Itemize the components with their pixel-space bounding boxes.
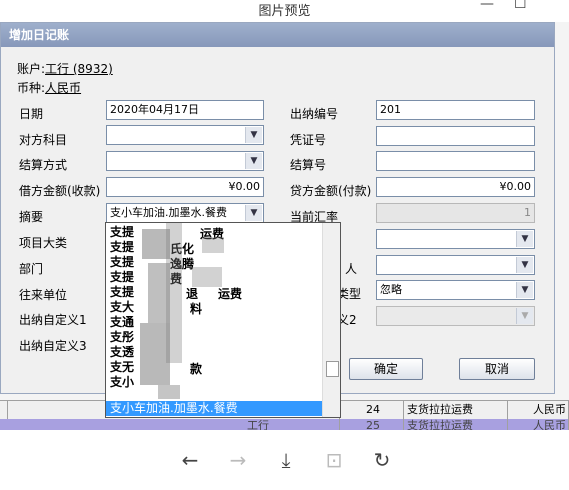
partner-label: 往来单位 — [19, 288, 68, 302]
cancel-button[interactable]: 取消 — [459, 358, 535, 380]
arrow-right-icon[interactable]: → — [226, 448, 250, 472]
person-select[interactable]: ▼ — [376, 255, 535, 275]
cashier-no-field[interactable]: 201 — [376, 100, 535, 120]
list-item-fragment: 料 — [190, 302, 203, 316]
chevron-down-icon[interactable]: ▼ — [245, 153, 262, 169]
custom3-label: 出纳自定义3 — [19, 339, 87, 353]
counter-subject-label: 对方科目 — [19, 133, 68, 147]
fit-screen-icon[interactable]: ⊡ — [322, 448, 346, 472]
voucher-no-label: 凭证号 — [290, 133, 327, 147]
credit-amount-field[interactable]: ¥0.00 — [376, 177, 535, 197]
exchange-rate-field: 1 — [376, 203, 535, 223]
account-label: 账户:工行 (8932) — [17, 62, 113, 76]
chevron-down-icon[interactable]: ▼ — [245, 205, 262, 221]
table-cell-currency: 人民币 — [508, 401, 569, 419]
list-item[interactable]: 支通 — [106, 315, 324, 330]
ok-button[interactable]: 确定 — [349, 358, 423, 380]
pixelation-block — [192, 267, 222, 287]
table-cell — [0, 401, 8, 419]
pixelation-block — [158, 385, 180, 399]
dropdown-scrollbar[interactable] — [322, 223, 340, 417]
debit-label: 借方金额(收款) — [19, 184, 101, 198]
viewer-toolbar: ← → ⤓ ⊡ ↻ — [0, 430, 569, 490]
chevron-down-icon[interactable]: ▼ — [516, 282, 533, 298]
table-cell-num: 24 — [340, 401, 404, 419]
list-item-fragment: 款 — [190, 362, 203, 376]
summary-value: 支小车加油.加墨水.餐费 — [110, 206, 227, 219]
debit-amount-field[interactable]: ¥0.00 — [106, 177, 264, 197]
viewer-title-bar: 图片预览 — ☐ — [0, 0, 569, 22]
list-item-selected[interactable]: 支小车加油.加墨水.餐费 — [106, 401, 324, 416]
person-label: 人 — [345, 262, 358, 276]
account-value: 工行 (8932) — [45, 62, 113, 76]
list-item-fragment: 运费 — [218, 287, 243, 301]
rotate-icon[interactable]: ↻ — [370, 448, 394, 472]
type-select[interactable]: 忽略 ▼ — [376, 280, 535, 300]
currency-label: 币种:人民币 — [17, 81, 82, 95]
settle-method-select[interactable]: ▼ — [106, 151, 264, 171]
minimize-icon[interactable]: — — [480, 0, 494, 12]
cashier-no-label: 出纳编号 — [290, 107, 339, 121]
counter-subject-select[interactable]: ▼ — [106, 125, 264, 145]
department-label: 部门 — [19, 262, 44, 276]
list-item[interactable]: 支大 — [106, 300, 324, 315]
table-cell-summary: 支货拉拉运费 — [404, 401, 508, 419]
maximize-icon[interactable]: ☐ — [514, 0, 527, 12]
custom2-select[interactable]: ▼ — [376, 306, 535, 326]
currency-value: 人民币 — [45, 81, 82, 95]
arrow-left-icon[interactable]: ← — [178, 448, 202, 472]
settle-no-label: 结算号 — [290, 158, 327, 172]
list-item[interactable]: 支提 — [106, 285, 324, 300]
summary-select[interactable]: 支小车加油.加墨水.餐费 ▼ — [106, 203, 264, 223]
dialog-title: 增加日记账 — [1, 23, 554, 47]
summary-dropdown-list[interactable]: 支提 支提 支提 支提 支提 支大 支通 支彤 支透 支无 支小 支小车加油.加… — [105, 222, 341, 418]
settle-method-label: 结算方式 — [19, 158, 68, 172]
custom1-label: 出纳自定义1 — [19, 313, 87, 327]
chevron-down-icon[interactable]: ▼ — [516, 257, 533, 273]
project-category-label: 项目大类 — [19, 236, 68, 250]
list-item[interactable]: 支无 — [106, 360, 324, 375]
pixelation-block — [202, 237, 224, 253]
voucher-no-field[interactable] — [376, 126, 535, 146]
scrollbar-thumb[interactable] — [326, 361, 339, 377]
credit-label: 贷方金额(付款) — [290, 184, 372, 198]
chevron-down-icon[interactable]: ▼ — [516, 308, 533, 324]
list-item[interactable]: 支小 — [106, 375, 324, 390]
summary-label: 摘要 — [19, 210, 44, 224]
chevron-down-icon[interactable]: ▼ — [245, 127, 262, 143]
date-field[interactable]: 2020年04月17日 — [106, 100, 264, 120]
right-select-1[interactable]: ▼ — [376, 229, 535, 249]
download-icon[interactable]: ⤓ — [274, 448, 298, 472]
pixelation-block — [166, 223, 182, 363]
list-item[interactable]: 支透 — [106, 345, 324, 360]
list-item[interactable]: 支彤 — [106, 330, 324, 345]
type-value: 忽略 — [380, 283, 402, 296]
date-label: 日期 — [19, 107, 44, 121]
chevron-down-icon[interactable]: ▼ — [516, 231, 533, 247]
settle-no-field[interactable] — [376, 151, 535, 171]
